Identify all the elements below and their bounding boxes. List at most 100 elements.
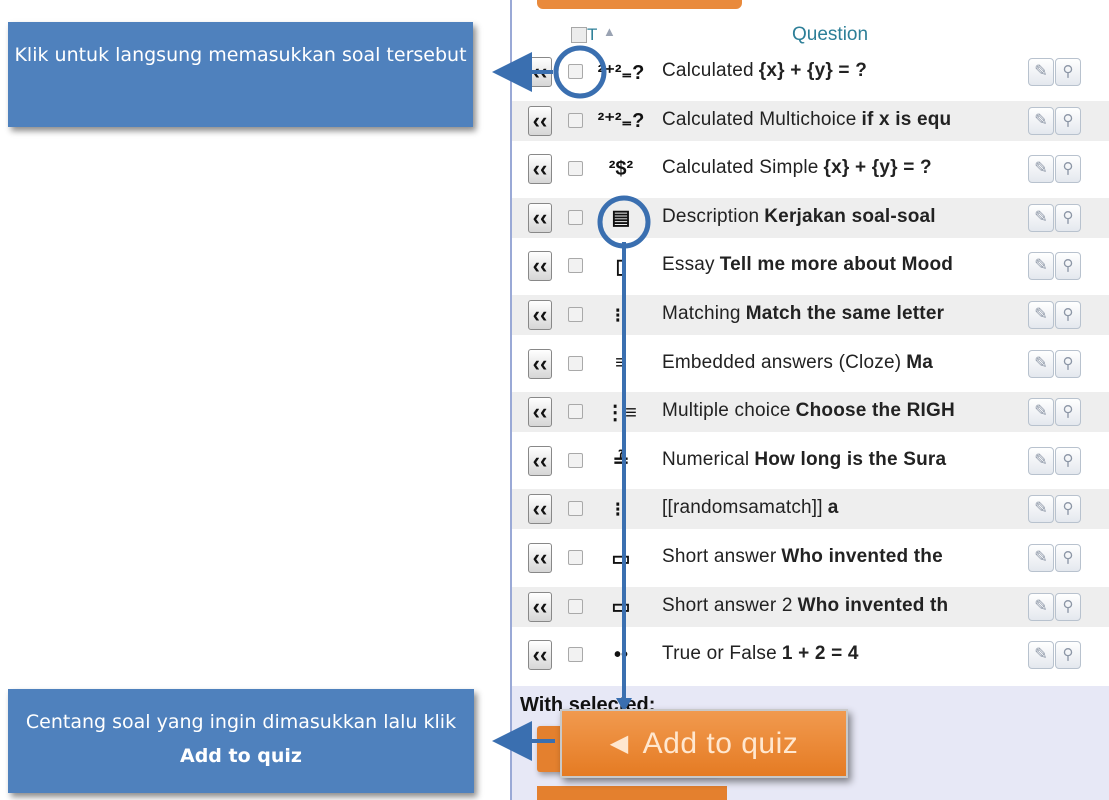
edit-icon[interactable]: ✎ bbox=[1028, 301, 1054, 329]
question-title: Match the same letter bbox=[745, 303, 945, 324]
question-title: {x} + {y} = ? bbox=[823, 157, 932, 179]
question-type-icon: ≟ bbox=[612, 450, 630, 473]
edit-icon[interactable]: ✎ bbox=[1028, 446, 1054, 475]
question-column-header[interactable]: Question bbox=[792, 24, 868, 46]
question-checkbox[interactable] bbox=[568, 550, 583, 565]
question-type-icon: ≡ bbox=[615, 352, 627, 375]
add-question-button[interactable]: ‹‹ bbox=[528, 543, 552, 573]
question-checkbox[interactable] bbox=[568, 307, 583, 322]
select-all-checkbox[interactable] bbox=[571, 27, 587, 43]
question-text: Description Kerjakan soal-soal bbox=[662, 206, 1028, 232]
question-text: Calculated {x} + {y} = ? bbox=[662, 60, 1028, 86]
type-column-header[interactable]: T bbox=[587, 25, 597, 45]
question-title: Who invented the bbox=[781, 546, 943, 567]
add-question-button[interactable]: ‹‹ bbox=[528, 348, 552, 379]
question-type-icon: ▭ bbox=[611, 596, 631, 619]
question-row: ‹‹ ▯ Essay Tell me more about Mood ✎ ⚲ bbox=[512, 246, 1109, 286]
edit-icon[interactable]: ✎ bbox=[1028, 106, 1054, 135]
add-question-button[interactable]: ‹‹ bbox=[528, 640, 552, 671]
question-text: Matching Match the same letter bbox=[662, 303, 1028, 329]
question-type-name: Calculated Multichoice bbox=[662, 108, 857, 130]
question-type-name: Essay bbox=[662, 254, 715, 276]
question-checkbox[interactable] bbox=[568, 209, 583, 225]
question-title: {x} + {y} = ? bbox=[758, 60, 868, 81]
question-title: 1 + 2 = 4 bbox=[781, 643, 859, 665]
callout-top-text: Klik untuk langsung memasukkan soal ters… bbox=[14, 44, 467, 66]
question-title: Choose the RIGH bbox=[795, 400, 955, 422]
question-checkbox[interactable] bbox=[568, 598, 583, 614]
add-question-button[interactable]: ‹‹ bbox=[528, 591, 552, 622]
question-type-name: Short answer 2 bbox=[662, 594, 793, 616]
question-checkbox[interactable] bbox=[568, 452, 583, 468]
question-checkbox[interactable] bbox=[568, 161, 583, 177]
add-question-button[interactable]: ‹‹ bbox=[528, 202, 552, 233]
edit-icon[interactable]: ✎ bbox=[1028, 155, 1054, 184]
edit-icon[interactable]: ✎ bbox=[1028, 349, 1054, 378]
add-question-button[interactable]: ‹‹ bbox=[528, 445, 552, 476]
question-type-icon: ⋮≡ bbox=[605, 401, 637, 424]
question-title: if x is equ bbox=[861, 108, 952, 130]
callout-click-to-add: Klik untuk langsung memasukkan soal ters… bbox=[8, 22, 473, 127]
preview-icon[interactable]: ⚲ bbox=[1055, 203, 1081, 232]
edit-icon[interactable]: ✎ bbox=[1028, 58, 1054, 86]
question-bank-panel: T ▲ Question ‹‹ ²⁺²₌? Calculated {x} + {y} … bbox=[510, 0, 1109, 800]
add-question-button[interactable]: ‹‹ bbox=[528, 105, 552, 136]
question-title: How long is the Sura bbox=[754, 448, 947, 470]
edit-icon[interactable]: ✎ bbox=[1028, 203, 1054, 232]
top-tab bbox=[537, 0, 742, 9]
add-question-button[interactable]: ‹‹ bbox=[528, 397, 552, 428]
question-checkbox[interactable] bbox=[568, 647, 583, 663]
add-to-quiz-button[interactable]: ◀ Add to quiz bbox=[560, 709, 848, 778]
edit-icon[interactable]: ✎ bbox=[1028, 592, 1054, 621]
question-row: ‹‹ ≡ Embedded answers (Cloze) Ma ✎ ⚲ bbox=[512, 344, 1109, 384]
add-question-button[interactable]: ‹‹ bbox=[528, 154, 552, 185]
callout-bottom-text: Centang soal yang ingin dimasukkan lalu … bbox=[25, 711, 457, 733]
question-title: Kerjakan soal-soal bbox=[764, 205, 936, 227]
preview-icon[interactable]: ⚲ bbox=[1055, 495, 1081, 524]
question-type-icon: •• bbox=[613, 643, 628, 666]
question-checkbox[interactable] bbox=[568, 112, 583, 128]
add-question-button[interactable]: ‹‹ bbox=[528, 251, 552, 282]
question-row: ‹‹ ²$² Calculated Simple {x} + {y} = ? ✎ ⚲ bbox=[512, 149, 1109, 189]
question-title: Who invented th bbox=[797, 594, 949, 616]
question-checkbox[interactable] bbox=[568, 404, 583, 420]
preview-icon[interactable]: ⚲ bbox=[1055, 106, 1081, 135]
preview-icon[interactable]: ⚲ bbox=[1055, 544, 1081, 572]
edit-icon[interactable]: ✎ bbox=[1028, 544, 1054, 572]
preview-icon[interactable]: ⚲ bbox=[1055, 592, 1081, 621]
callout-bottom-bold: Add to quiz bbox=[180, 745, 302, 767]
preview-icon[interactable]: ⚲ bbox=[1055, 641, 1081, 670]
add-question-button[interactable]: ‹‹ bbox=[528, 57, 552, 87]
question-type-name: Calculated bbox=[662, 60, 754, 81]
add-question-button[interactable]: ‹‹ bbox=[528, 300, 552, 330]
question-row: ‹‹ ▭ Short answer Who invented the ✎ ⚲ bbox=[512, 538, 1109, 578]
question-type-name: [[randomsamatch]] bbox=[662, 497, 823, 519]
preview-icon[interactable]: ⚲ bbox=[1055, 252, 1081, 281]
bottom-button-stub bbox=[537, 786, 727, 800]
question-type-icon: ▯ bbox=[615, 255, 627, 278]
preview-icon[interactable]: ⚲ bbox=[1055, 398, 1081, 427]
preview-icon[interactable]: ⚲ bbox=[1055, 301, 1081, 329]
preview-icon[interactable]: ⚲ bbox=[1055, 446, 1081, 475]
question-text: Numerical How long is the Sura bbox=[662, 449, 1028, 475]
question-checkbox[interactable] bbox=[568, 258, 583, 274]
preview-icon[interactable]: ⚲ bbox=[1055, 155, 1081, 184]
question-checkbox[interactable] bbox=[568, 64, 583, 79]
question-type-name: Calculated Simple bbox=[662, 157, 819, 179]
question-checkbox[interactable] bbox=[568, 355, 583, 371]
edit-icon[interactable]: ✎ bbox=[1028, 641, 1054, 670]
add-question-button[interactable]: ‹‹ bbox=[528, 494, 552, 525]
add-to-quiz-label: Add to quiz bbox=[642, 726, 799, 760]
question-checkbox[interactable] bbox=[568, 501, 583, 517]
question-type-icon: ▭ bbox=[611, 547, 631, 570]
sort-asc-icon[interactable]: ▲ bbox=[603, 24, 616, 39]
question-type-name: Embedded answers (Cloze) bbox=[662, 351, 902, 373]
preview-icon[interactable]: ⚲ bbox=[1055, 58, 1081, 86]
question-type-icon: ⁝⁝ bbox=[614, 304, 628, 327]
edit-icon[interactable]: ✎ bbox=[1028, 495, 1054, 524]
callout-check-and-add: Centang soal yang ingin dimasukkan lalu … bbox=[8, 689, 474, 793]
question-title: Tell me more about Mood bbox=[719, 254, 954, 276]
edit-icon[interactable]: ✎ bbox=[1028, 252, 1054, 281]
edit-icon[interactable]: ✎ bbox=[1028, 398, 1054, 427]
preview-icon[interactable]: ⚲ bbox=[1055, 349, 1081, 378]
